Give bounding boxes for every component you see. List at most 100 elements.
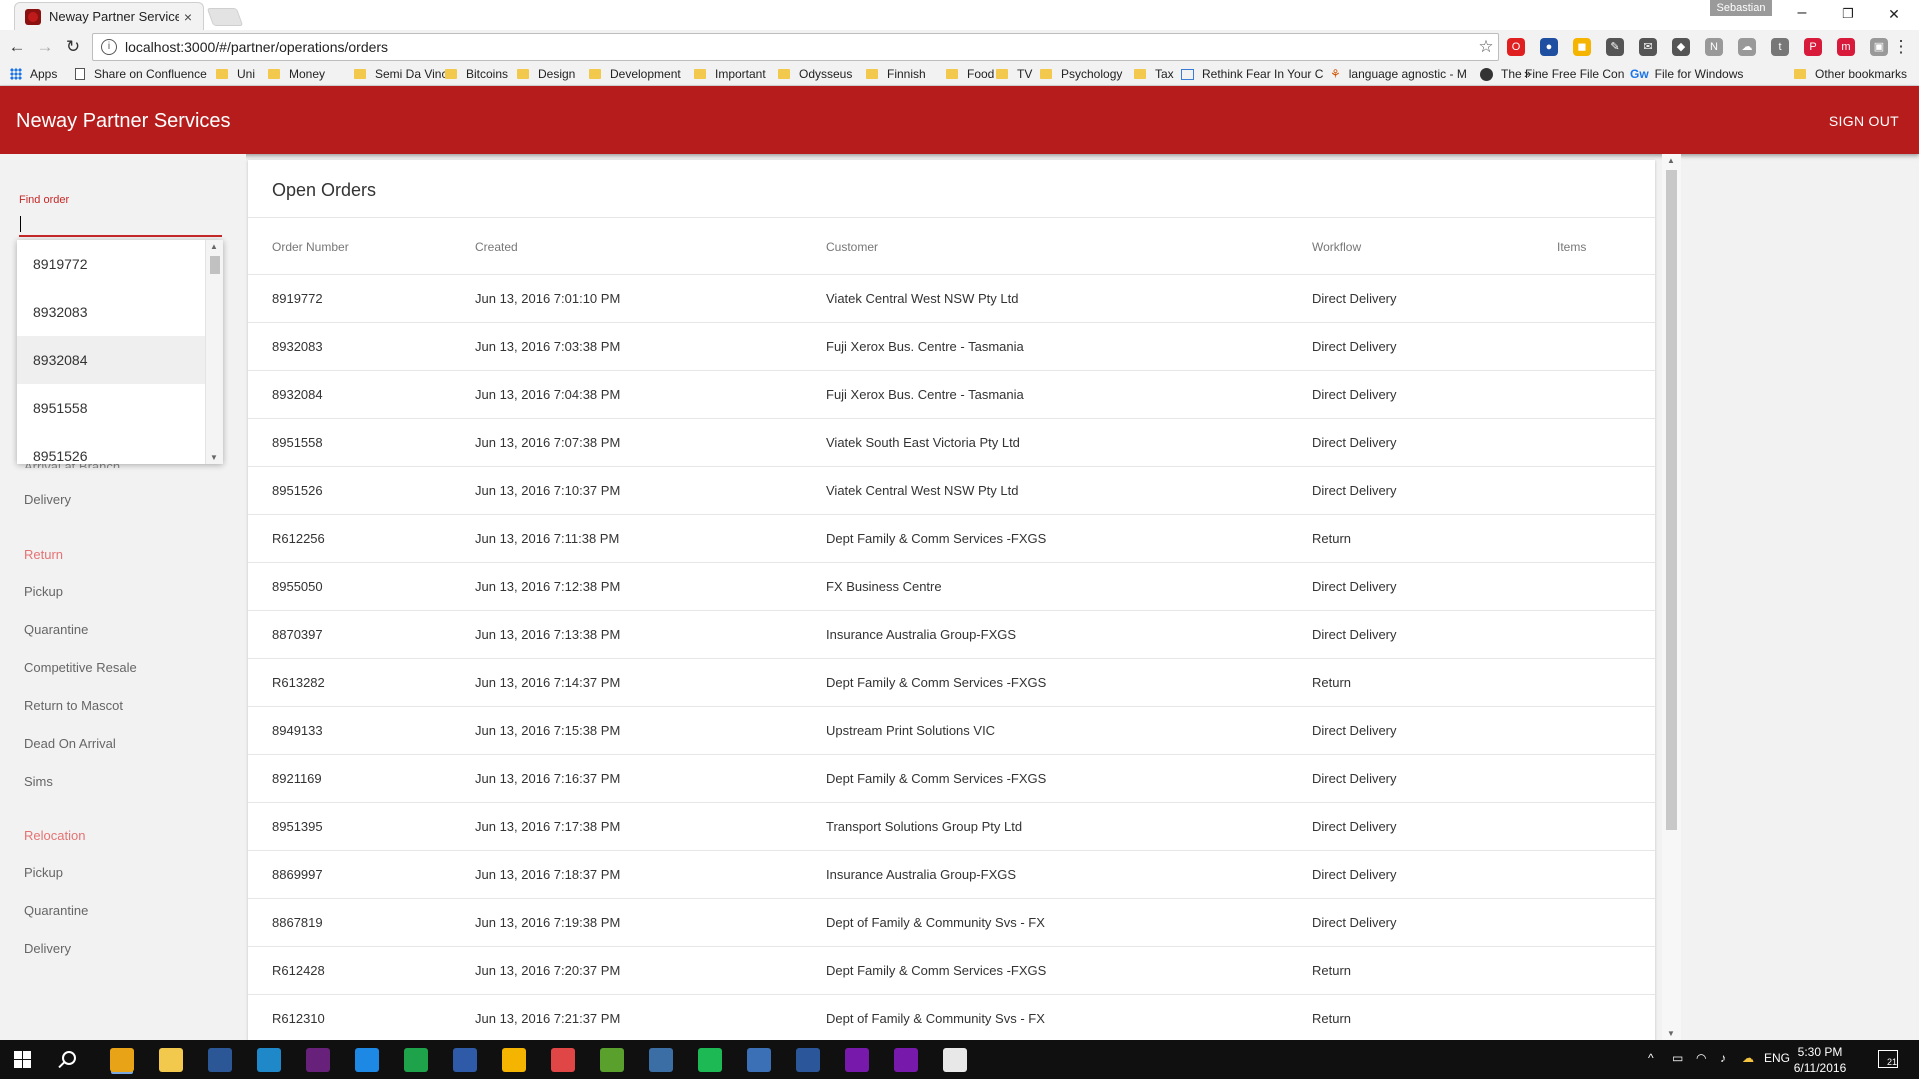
eyedropper-icon[interactable]: ✎ <box>1606 38 1624 56</box>
terminal-icon[interactable] <box>257 1048 281 1072</box>
new-tab-button[interactable] <box>206 8 244 26</box>
table-row[interactable]: R613282 Jun 13, 2016 7:14:37 PM Dept Famil… <box>248 658 1655 706</box>
battery-icon[interactable]: ▭ <box>1672 1051 1683 1065</box>
sidebar-item-quarantine[interactable]: Quarantine <box>24 622 88 637</box>
forward-icon[interactable]: → <box>34 36 56 58</box>
scroll-down-icon[interactable]: ▼ <box>210 453 218 462</box>
sign-out-button[interactable]: SIGN OUT <box>1829 113 1899 129</box>
bookmark-item[interactable]: Development <box>589 67 681 81</box>
bookmark-item[interactable]: Money <box>268 67 325 81</box>
pinterest-icon[interactable]: P <box>1804 38 1822 56</box>
dropdown-option[interactable]: 8951558 <box>17 384 205 432</box>
keep-icon[interactable] <box>502 1048 526 1072</box>
bookmark-item[interactable]: Design <box>517 67 575 81</box>
language-indicator[interactable]: ENG <box>1764 1051 1790 1065</box>
table-row[interactable]: 8867819 Jun 13, 2016 7:19:38 PM Dept of Fa… <box>248 898 1655 946</box>
file-explorer-icon[interactable] <box>159 1048 183 1072</box>
sidebar-item-delivery[interactable]: Delivery <box>24 492 71 507</box>
page-scrollbar[interactable]: ▲ ▼ <box>1662 154 1681 1040</box>
chart-app-icon[interactable] <box>600 1048 624 1072</box>
minimize-icon[interactable]: – <box>1779 4 1825 22</box>
scroll-thumb[interactable] <box>210 256 220 274</box>
bookmark-item[interactable]: Psychology <box>1040 67 1122 81</box>
app-brand[interactable]: Neway Partner Services <box>16 110 231 133</box>
windows-start-icon[interactable] <box>14 1051 31 1068</box>
color-picker-icon[interactable]: ◼ <box>1573 38 1591 56</box>
dropdown-scrollbar[interactable]: ▲ ▼ <box>205 240 223 464</box>
lock-app-icon[interactable] <box>747 1048 771 1072</box>
notification-center-icon[interactable]: 21 <box>1878 1050 1898 1068</box>
notion-icon[interactable]: N <box>1705 38 1723 56</box>
cloud-icon[interactable]: ☁ <box>1738 38 1756 56</box>
sidebar-item-competitive-resale[interactable]: Competitive Resale <box>24 660 137 675</box>
sidebar-section-relocation[interactable]: Relocation <box>24 828 85 843</box>
url-text[interactable]: localhost:3000/#/partner/operations/orde… <box>125 39 1474 55</box>
profile-chip[interactable]: Sebastian <box>1710 0 1772 16</box>
tab-icon[interactable]: t <box>1771 38 1789 56</box>
close-window-icon[interactable]: ✕ <box>1871 6 1917 23</box>
dropdown-option[interactable]: 8919772 <box>17 240 205 288</box>
address-bar[interactable]: i localhost:3000/#/partner/operations/or… <box>92 33 1499 61</box>
bookmark-star-icon[interactable]: ☆ <box>1474 37 1498 57</box>
dropdown-option[interactable]: 8951526 <box>17 432 205 464</box>
opera-icon[interactable]: O <box>1507 38 1525 56</box>
sidebar-item-quarantine[interactable]: Quarantine <box>24 903 88 918</box>
back-icon[interactable]: ← <box>6 36 28 58</box>
sidebar-section-return[interactable]: Return <box>24 547 63 562</box>
bookmark-item[interactable]: Tax <box>1134 67 1174 81</box>
restore-icon[interactable]: ❐ <box>1825 6 1871 22</box>
volume-icon[interactable]: ♪ <box>1720 1051 1726 1065</box>
bookmark-item[interactable]: Semi Da Vinci <box>354 67 450 81</box>
search-icon[interactable] <box>62 1051 76 1065</box>
info-icon[interactable]: i <box>101 39 117 55</box>
browser-tab[interactable]: Neway Partner Services × <box>14 2 204 30</box>
vscode-icon[interactable] <box>355 1048 379 1072</box>
chrome-icon[interactable] <box>110 1048 134 1072</box>
table-row[interactable]: 8932083 Jun 13, 2016 7:03:38 PM Fuji Xerox… <box>248 322 1655 370</box>
onedrive-icon[interactable]: ☁ <box>1742 1051 1754 1065</box>
table-row[interactable]: R612428 Jun 13, 2016 7:20:37 PM Dept Famil… <box>248 946 1655 994</box>
bookmark-item[interactable]: The Fine Free File Con <box>1480 67 1624 81</box>
column-header-items[interactable]: Items <box>1557 240 1586 254</box>
dropdown-option[interactable]: 8932084 <box>17 336 205 384</box>
wifi-icon[interactable]: ◠ <box>1696 1051 1706 1065</box>
column-header-created[interactable]: Created <box>475 240 518 254</box>
table-row[interactable]: 8949133 Jun 13, 2016 7:15:38 PM Upstream P… <box>248 706 1655 754</box>
screenshot-icon[interactable]: ▣ <box>1870 38 1888 56</box>
bookmark-item[interactable]: Gw File for Windows <box>1630 67 1743 81</box>
table-row[interactable]: 8919772 Jun 13, 2016 7:01:10 PM Viatek Cen… <box>248 274 1655 322</box>
sidebar-item-dead-on-arrival[interactable]: Dead On Arrival <box>24 736 116 751</box>
sidebar-item-pickup[interactable]: Pickup <box>24 865 63 880</box>
bookmark-item[interactable]: Finnish <box>866 67 926 81</box>
scroll-down-icon[interactable]: ▼ <box>1667 1029 1675 1038</box>
tray-chevron-icon[interactable]: ^ <box>1648 1051 1654 1065</box>
bookmark-item[interactable]: Uni <box>216 67 255 81</box>
table-row[interactable]: 8870397 Jun 13, 2016 7:13:38 PM Insurance … <box>248 610 1655 658</box>
column-header-workflow[interactable]: Workflow <box>1312 240 1361 254</box>
table-row[interactable]: R612310 Jun 13, 2016 7:21:37 PM Dept of Fa… <box>248 994 1655 1040</box>
dropdown-option[interactable]: 8932083 <box>17 288 205 336</box>
pocket-icon[interactable]: ◆ <box>1672 38 1690 56</box>
table-row[interactable]: 8951558 Jun 13, 2016 7:07:38 PM Viatek Sou… <box>248 418 1655 466</box>
scroll-up-icon[interactable]: ▲ <box>1667 156 1675 165</box>
bookmark-item[interactable]: Bitcoins <box>445 67 508 81</box>
sidebar-item-delivery[interactable]: Delivery <box>24 941 71 956</box>
calculator-icon[interactable] <box>551 1048 575 1072</box>
bookmark-item[interactable]: Important <box>694 67 766 81</box>
onenote-icon[interactable] <box>845 1048 869 1072</box>
bookmark-item[interactable]: TV <box>996 67 1032 81</box>
mail-icon[interactable]: ✉ <box>1639 38 1657 56</box>
scroll-up-icon[interactable]: ▲ <box>210 242 218 251</box>
bookmark-item[interactable]: Odysseus <box>778 67 852 81</box>
onenote-alt-icon[interactable] <box>894 1048 918 1072</box>
table-row[interactable]: 8951395 Jun 13, 2016 7:17:38 PM Transport … <box>248 802 1655 850</box>
table-row[interactable]: 8951526 Jun 13, 2016 7:10:37 PM Viatek Cen… <box>248 466 1655 514</box>
word-icon[interactable] <box>796 1048 820 1072</box>
spotify-icon[interactable] <box>698 1048 722 1072</box>
tab-close-icon[interactable]: × <box>179 9 197 25</box>
bookmark-item[interactable]: Food <box>946 67 994 81</box>
column-header-order-number[interactable]: Order Number <box>272 240 349 254</box>
reload-icon[interactable]: ↻ <box>62 36 84 58</box>
sidebar-item-sims[interactable]: Sims <box>24 774 53 789</box>
onepassword-icon[interactable]: ● <box>1540 38 1558 56</box>
